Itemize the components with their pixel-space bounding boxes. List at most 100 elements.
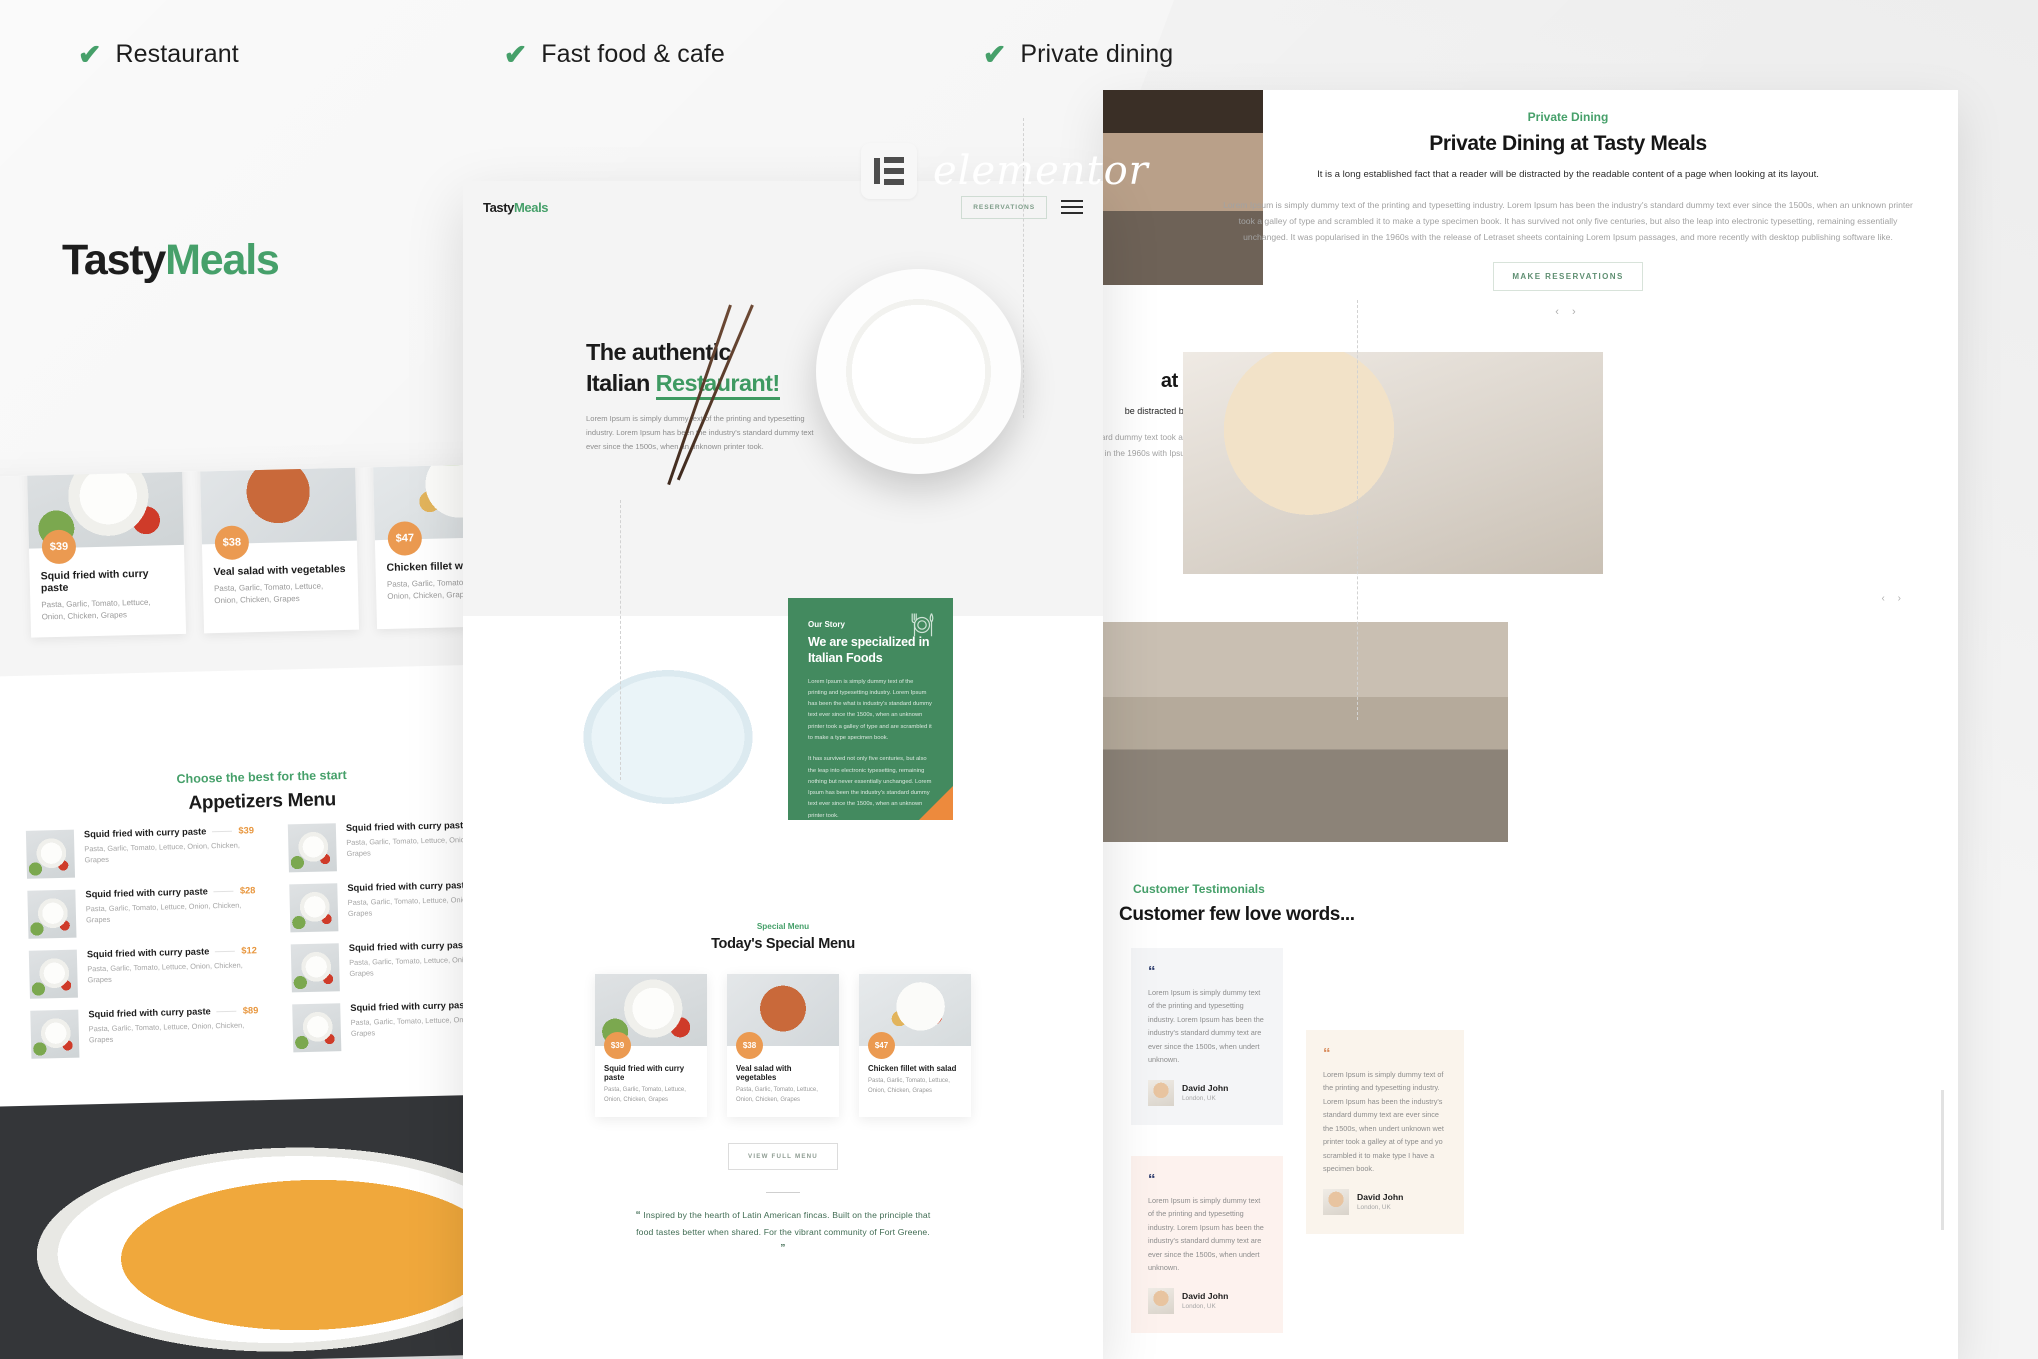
testimonial-text: Lorem Ipsum is simply dummy text of the … — [1148, 988, 1264, 1065]
price-badge: $47 — [868, 1032, 895, 1059]
divider — [766, 1192, 800, 1194]
check-icon: ✔ — [982, 38, 1007, 70]
our-story-paragraph-2: It has survived not only five centuries,… — [808, 756, 932, 819]
feature-label: Private dining — [1020, 40, 1174, 68]
quote-block: “ Inspired by the hearth of Latin Americ… — [463, 1192, 1103, 1275]
dish-description: Pasta, Garlic, Tomato, Lettuce, Onion, C… — [868, 1078, 950, 1094]
testimonial-author-location: London, UK — [1357, 1204, 1391, 1212]
feature-list: ✔ Restaurant ✔ Fast food & cafe ✔ Privat… — [0, 40, 2038, 69]
menu-item-name: Squid fried with curry paste — [350, 999, 473, 1013]
site-logo[interactable]: TastyMeals — [483, 199, 549, 215]
private-dining-title: Private Dining at Tasty Meals — [1429, 132, 1707, 155]
feature-item-restaurant: ✔ Restaurant — [78, 40, 239, 69]
special-menu-card[interactable]: $39 Squid fried with curry paste Pasta, … — [595, 974, 707, 1118]
bar-photo — [1183, 352, 1603, 574]
hero-heading-line2: Italian — [586, 369, 656, 396]
menu-item-description: Pasta, Garlic, Tomato, Lettuce, Onion, C… — [88, 1020, 245, 1045]
testimonial-card: “ Lorem Ipsum is simply dummy text of th… — [1131, 1156, 1283, 1333]
private-dining-hero: Private Dining Private Dining at Tasty M… — [1103, 90, 1958, 318]
menu-row[interactable]: Squid fried with curry paste $28 Pasta, … — [27, 885, 256, 939]
bar-section: at BAR be distracted by the g at its lay… — [1103, 352, 1958, 604]
private-dining-eyebrow: Private Dining — [1527, 110, 1609, 124]
menu-thumbnail — [25, 829, 76, 879]
dish-card[interactable]: $39 Squid fried with curry paste Pasta, … — [26, 461, 187, 638]
testimonial-author-name: David John — [1357, 1192, 1404, 1203]
menu-item-description: Pasta, Garlic, Tomato, Lettuce, Onion, C… — [84, 840, 240, 865]
price-badge: $38 — [736, 1032, 763, 1059]
menu-dotted-leader — [216, 1010, 237, 1012]
dish-title: Veal salad with vegetables — [736, 1064, 792, 1082]
scrollbar[interactable] — [1941, 1090, 1944, 1230]
testimonial-author-location: London, UK — [1182, 1095, 1216, 1103]
menu-thumbnail — [287, 823, 337, 873]
hamburger-menu-icon[interactable] — [1061, 200, 1083, 214]
feature-label: Fast food & cafe — [541, 40, 725, 68]
pasta-plate-photo — [553, 646, 783, 821]
site-logo-part1: Tasty — [483, 199, 514, 215]
menu-item-price: $12 — [241, 945, 257, 956]
testimonial-author-name: David John — [1182, 1083, 1229, 1094]
menu-row[interactable]: Squid fried with curry paste $39 Pasta, … — [25, 825, 255, 879]
hero-noodle-plate-photo — [816, 269, 1021, 474]
testimonials-section: Customer Testimonials Customer few love … — [1103, 882, 1958, 1333]
our-story-card: Our Story We are specialized in Italian … — [788, 598, 953, 820]
special-menu-title: Today's Special Menu — [711, 936, 855, 952]
quote-text: Inspired by the hearth of Latin American… — [636, 1210, 931, 1237]
bar-carousel-arrows[interactable]: ‹ › — [1882, 593, 1906, 604]
dish-description: Pasta, Garlic, Tomato, Lettuce, Onion, C… — [41, 597, 151, 622]
quote-icon: “ — [1148, 1171, 1156, 1188]
guide-line-right — [1357, 300, 1358, 720]
testimonials-title: Customer few love words... — [1119, 904, 1355, 925]
menu-item-description: Pasta, Garlic, Tomato, Lettuce, Onion, C… — [85, 900, 242, 925]
dish-description: Pasta, Garlic, Tomato, Lettuce, Onion, C… — [604, 1087, 686, 1103]
kitchen-photo — [1103, 622, 1508, 842]
hero-section: The authentic Italian Restaurant! Lorem … — [463, 233, 1103, 616]
menu-item-name: Squid fried with curry paste — [348, 939, 472, 953]
menu-item-name: Squid fried with curry paste — [86, 946, 210, 960]
menu-item-price: $39 — [238, 825, 255, 836]
homepage-preview-panel: TastyMeals RESERVATIONS The authentic It… — [463, 181, 1103, 1359]
our-story-title: We are specialized in Italian Foods — [808, 635, 930, 666]
feature-item-private-dining: ✔ Private dining — [983, 40, 1173, 69]
menu-thumbnail — [292, 1003, 342, 1053]
elementor-badge: elementor — [861, 143, 1149, 199]
testimonial-card: “ Lorem Ipsum is simply dummy text of th… — [1306, 1030, 1464, 1234]
cutlery-plate-icon — [911, 613, 934, 637]
quote-close-icon: ” — [780, 1242, 786, 1254]
view-full-menu-button[interactable]: VIEW FULL MENU — [728, 1143, 838, 1171]
quote-open-icon: “ — [635, 1210, 641, 1222]
quote-icon: “ — [1323, 1045, 1331, 1062]
quote-icon: “ — [1148, 963, 1156, 980]
special-menu-section: Special Menu Today's Special Menu $39 Sq… — [463, 908, 1103, 1276]
guide-line-left — [620, 500, 621, 780]
check-icon: ✔ — [78, 38, 102, 70]
brand-logo: TastyMeals — [62, 236, 280, 285]
menu-item-description: Pasta, Garlic, Tomato, Lettuce, Onion, C… — [87, 960, 243, 985]
feature-label: Restaurant — [115, 40, 239, 68]
private-dining-carousel-arrows[interactable]: ‹ › — [1218, 306, 1918, 318]
check-icon: ✔ — [503, 38, 528, 70]
dish-photo: $38 — [199, 461, 357, 561]
menu-thumbnail — [28, 949, 78, 999]
elementor-logo-icon — [861, 143, 917, 199]
dish-photo: $39 — [595, 974, 707, 1059]
testimonial-card: “ Lorem Ipsum is simply dummy text of th… — [1131, 948, 1283, 1125]
dish-title: Squid fried with curry paste — [40, 567, 149, 595]
testimonial-author-location: London, UK — [1182, 1303, 1216, 1311]
dish-title: Squid fried with curry paste — [604, 1064, 685, 1082]
dish-card[interactable]: $38 Veal salad with vegetables Pasta, Ga… — [199, 461, 360, 634]
menu-item-name: Squid fried with curry paste — [83, 826, 207, 840]
price-badge: $39 — [604, 1032, 631, 1059]
elementor-wordmark: elementor — [933, 148, 1149, 194]
dish-photo: $38 — [727, 974, 839, 1059]
make-reservations-button[interactable]: MAKE RESERVATIONS — [1493, 261, 1643, 291]
avatar — [1323, 1188, 1349, 1215]
dish-description: Pasta, Garlic, Tomato, Lettuce, Onion, C… — [213, 581, 324, 606]
menu-thumbnail — [30, 1009, 80, 1059]
menu-thumbnail — [27, 889, 77, 939]
menu-item-price: $89 — [242, 1005, 259, 1016]
menu-row[interactable]: Squid fried with curry paste $89 Pasta, … — [30, 1005, 259, 1059]
menu-row[interactable]: Squid fried with curry paste $12 Pasta, … — [28, 945, 258, 999]
special-menu-card[interactable]: $38 Veal salad with vegetables Pasta, Ga… — [727, 974, 839, 1118]
special-menu-card[interactable]: $47 Chicken fillet with salad Pasta, Gar… — [859, 974, 971, 1118]
